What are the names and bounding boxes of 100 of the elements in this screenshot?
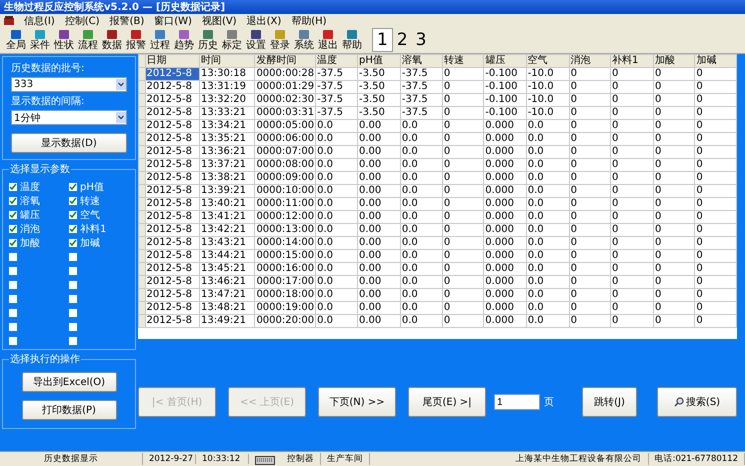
pager-button[interactable]: 尾页(E) >| bbox=[408, 387, 486, 417]
interval-dropdown[interactable]: 1分钟 bbox=[11, 110, 127, 125]
table-cell: 0 bbox=[653, 276, 695, 288]
table-cell: 0 bbox=[610, 158, 654, 172]
table-cell: 0.000 bbox=[484, 276, 526, 288]
parameter-checkbox[interactable]: pH值 bbox=[69, 180, 129, 193]
jump-button[interactable]: 跳转(J) bbox=[582, 387, 637, 417]
menu-item[interactable]: 信息(I) bbox=[24, 14, 55, 28]
table-cell: 13:42:21 bbox=[200, 224, 255, 236]
column-header[interactable]: pH值 bbox=[358, 54, 400, 68]
column-header[interactable]: 罐压 bbox=[484, 54, 526, 68]
column-header[interactable]: 发酵时间 bbox=[254, 54, 316, 68]
action-button[interactable]: 导出到Excel(O) bbox=[22, 372, 116, 392]
status-mode: 历史数据显示 bbox=[0, 453, 143, 465]
parameter-checkbox[interactable]: 消泡 bbox=[9, 222, 69, 235]
column-header[interactable]: 补料1 bbox=[610, 54, 654, 68]
pager-button[interactable]: 下页(N) >> bbox=[318, 387, 396, 417]
table-cell: 0 bbox=[442, 120, 484, 132]
table-cell: 0.0 bbox=[316, 132, 358, 146]
status-phone: 电话:021-67780112 bbox=[648, 453, 745, 465]
column-header[interactable]: 日期 bbox=[145, 54, 200, 68]
table-cell: 0 bbox=[569, 288, 611, 302]
page-tab[interactable]: 2 bbox=[392, 28, 412, 52]
status-company: 上海某中生物工程设备有限公司 bbox=[370, 453, 649, 465]
row-header[interactable] bbox=[138, 184, 146, 198]
row-header[interactable] bbox=[138, 262, 146, 276]
row-header[interactable] bbox=[138, 94, 146, 106]
row-header[interactable] bbox=[138, 198, 146, 210]
toolbar-button[interactable]: 标定 bbox=[220, 29, 244, 51]
toolbar-button[interactable]: 趋势 bbox=[172, 29, 196, 51]
row-header[interactable] bbox=[138, 132, 146, 146]
toolbar-button[interactable]: 帮助 bbox=[340, 29, 364, 51]
table-cell: 0 bbox=[694, 106, 736, 120]
row-header[interactable] bbox=[138, 302, 146, 314]
row-header[interactable] bbox=[138, 224, 146, 236]
toolbar-button[interactable]: 退出 bbox=[316, 29, 340, 51]
show-data-button[interactable]: 显示数据(D) bbox=[11, 133, 127, 153]
action-button[interactable]: 打印数据(P) bbox=[22, 400, 116, 420]
toolbar-button[interactable]: 系统 bbox=[292, 29, 316, 51]
toolbar-button[interactable]: 性状 bbox=[52, 29, 76, 51]
toolbar-button[interactable]: 数据 bbox=[100, 29, 124, 51]
table-cell: 13:35:21 bbox=[200, 132, 255, 146]
column-header[interactable]: 加酸 bbox=[653, 54, 695, 68]
menu-item[interactable]: 控制(C) bbox=[64, 14, 100, 28]
toolbar-button[interactable]: 历史 bbox=[196, 29, 220, 51]
toolbar-button[interactable]: 过程 bbox=[148, 29, 172, 51]
toolbar-button[interactable]: 采件 bbox=[28, 29, 52, 51]
menu-item[interactable]: 视图(V) bbox=[202, 14, 237, 28]
row-header[interactable] bbox=[138, 236, 146, 250]
parameter-checkbox[interactable]: 罐压 bbox=[9, 208, 69, 221]
toolbar-button[interactable]: 报警 bbox=[124, 29, 148, 51]
table-cell: 0.0 bbox=[526, 302, 570, 314]
menu-item[interactable]: 窗口(W) bbox=[154, 14, 192, 28]
row-header[interactable] bbox=[138, 288, 146, 302]
page-tab[interactable]: 3 bbox=[412, 28, 430, 52]
parameter-checkbox[interactable]: 加碱 bbox=[69, 236, 129, 249]
row-header[interactable] bbox=[138, 276, 146, 288]
column-header[interactable]: 溶氧 bbox=[400, 54, 442, 68]
table-cell: -10.0 bbox=[526, 94, 570, 106]
batch-dropdown[interactable]: 333 bbox=[11, 77, 127, 92]
parameter-checkbox[interactable]: 转速 bbox=[69, 194, 129, 207]
column-header[interactable]: 时间 bbox=[200, 54, 255, 68]
menu-item[interactable]: 帮助(H) bbox=[291, 14, 327, 28]
row-header[interactable] bbox=[138, 146, 146, 158]
search-button[interactable]: 搜索(S) bbox=[657, 387, 737, 417]
table-cell: 0 bbox=[694, 262, 736, 276]
table-cell: 0.00 bbox=[358, 276, 400, 288]
parameter-checkbox[interactable]: 加酸 bbox=[9, 236, 69, 249]
column-header[interactable]: 温度 bbox=[316, 54, 358, 68]
table-cell: 0 bbox=[610, 210, 654, 224]
row-header[interactable] bbox=[138, 210, 146, 224]
page-input-field[interactable]: 1 bbox=[494, 394, 540, 410]
table-cell: 0.000 bbox=[484, 288, 526, 302]
parameter-checkbox[interactable]: 温度 bbox=[9, 180, 69, 193]
parameter-checkbox[interactable]: 空气 bbox=[69, 208, 129, 221]
toolbar-button[interactable]: 设置 bbox=[244, 29, 268, 51]
menu-item[interactable]: 退出(X) bbox=[246, 14, 282, 28]
toolbar-button[interactable]: 全局 bbox=[4, 29, 28, 51]
row-header[interactable] bbox=[138, 314, 146, 328]
column-header[interactable]: 空气 bbox=[526, 54, 570, 68]
row-header[interactable] bbox=[138, 172, 146, 184]
column-header[interactable]: 转速 bbox=[442, 54, 484, 68]
row-header[interactable] bbox=[138, 120, 146, 132]
row-header[interactable] bbox=[138, 106, 146, 120]
toolbar-button[interactable]: 登录 bbox=[268, 29, 292, 51]
menu-item[interactable]: 报警(B) bbox=[110, 14, 144, 28]
row-header[interactable] bbox=[138, 158, 146, 172]
table-cell: 2012-5-8 bbox=[145, 68, 200, 80]
page-tab[interactable]: 1 bbox=[372, 28, 393, 52]
table-cell: 0 bbox=[653, 132, 695, 146]
row-header[interactable] bbox=[138, 250, 146, 262]
toolbar-button[interactable]: 流程 bbox=[76, 29, 100, 51]
parameter-checkbox[interactable]: 补料1 bbox=[69, 222, 129, 235]
table-cell: 0.0 bbox=[400, 146, 442, 158]
table-cell: 0000:05:00 bbox=[254, 120, 316, 132]
row-header[interactable] bbox=[138, 80, 146, 94]
column-header[interactable]: 加碱 bbox=[694, 54, 736, 68]
column-header[interactable]: 消泡 bbox=[569, 54, 611, 68]
row-header[interactable] bbox=[138, 68, 146, 80]
parameter-checkbox[interactable]: 溶氧 bbox=[9, 194, 69, 207]
